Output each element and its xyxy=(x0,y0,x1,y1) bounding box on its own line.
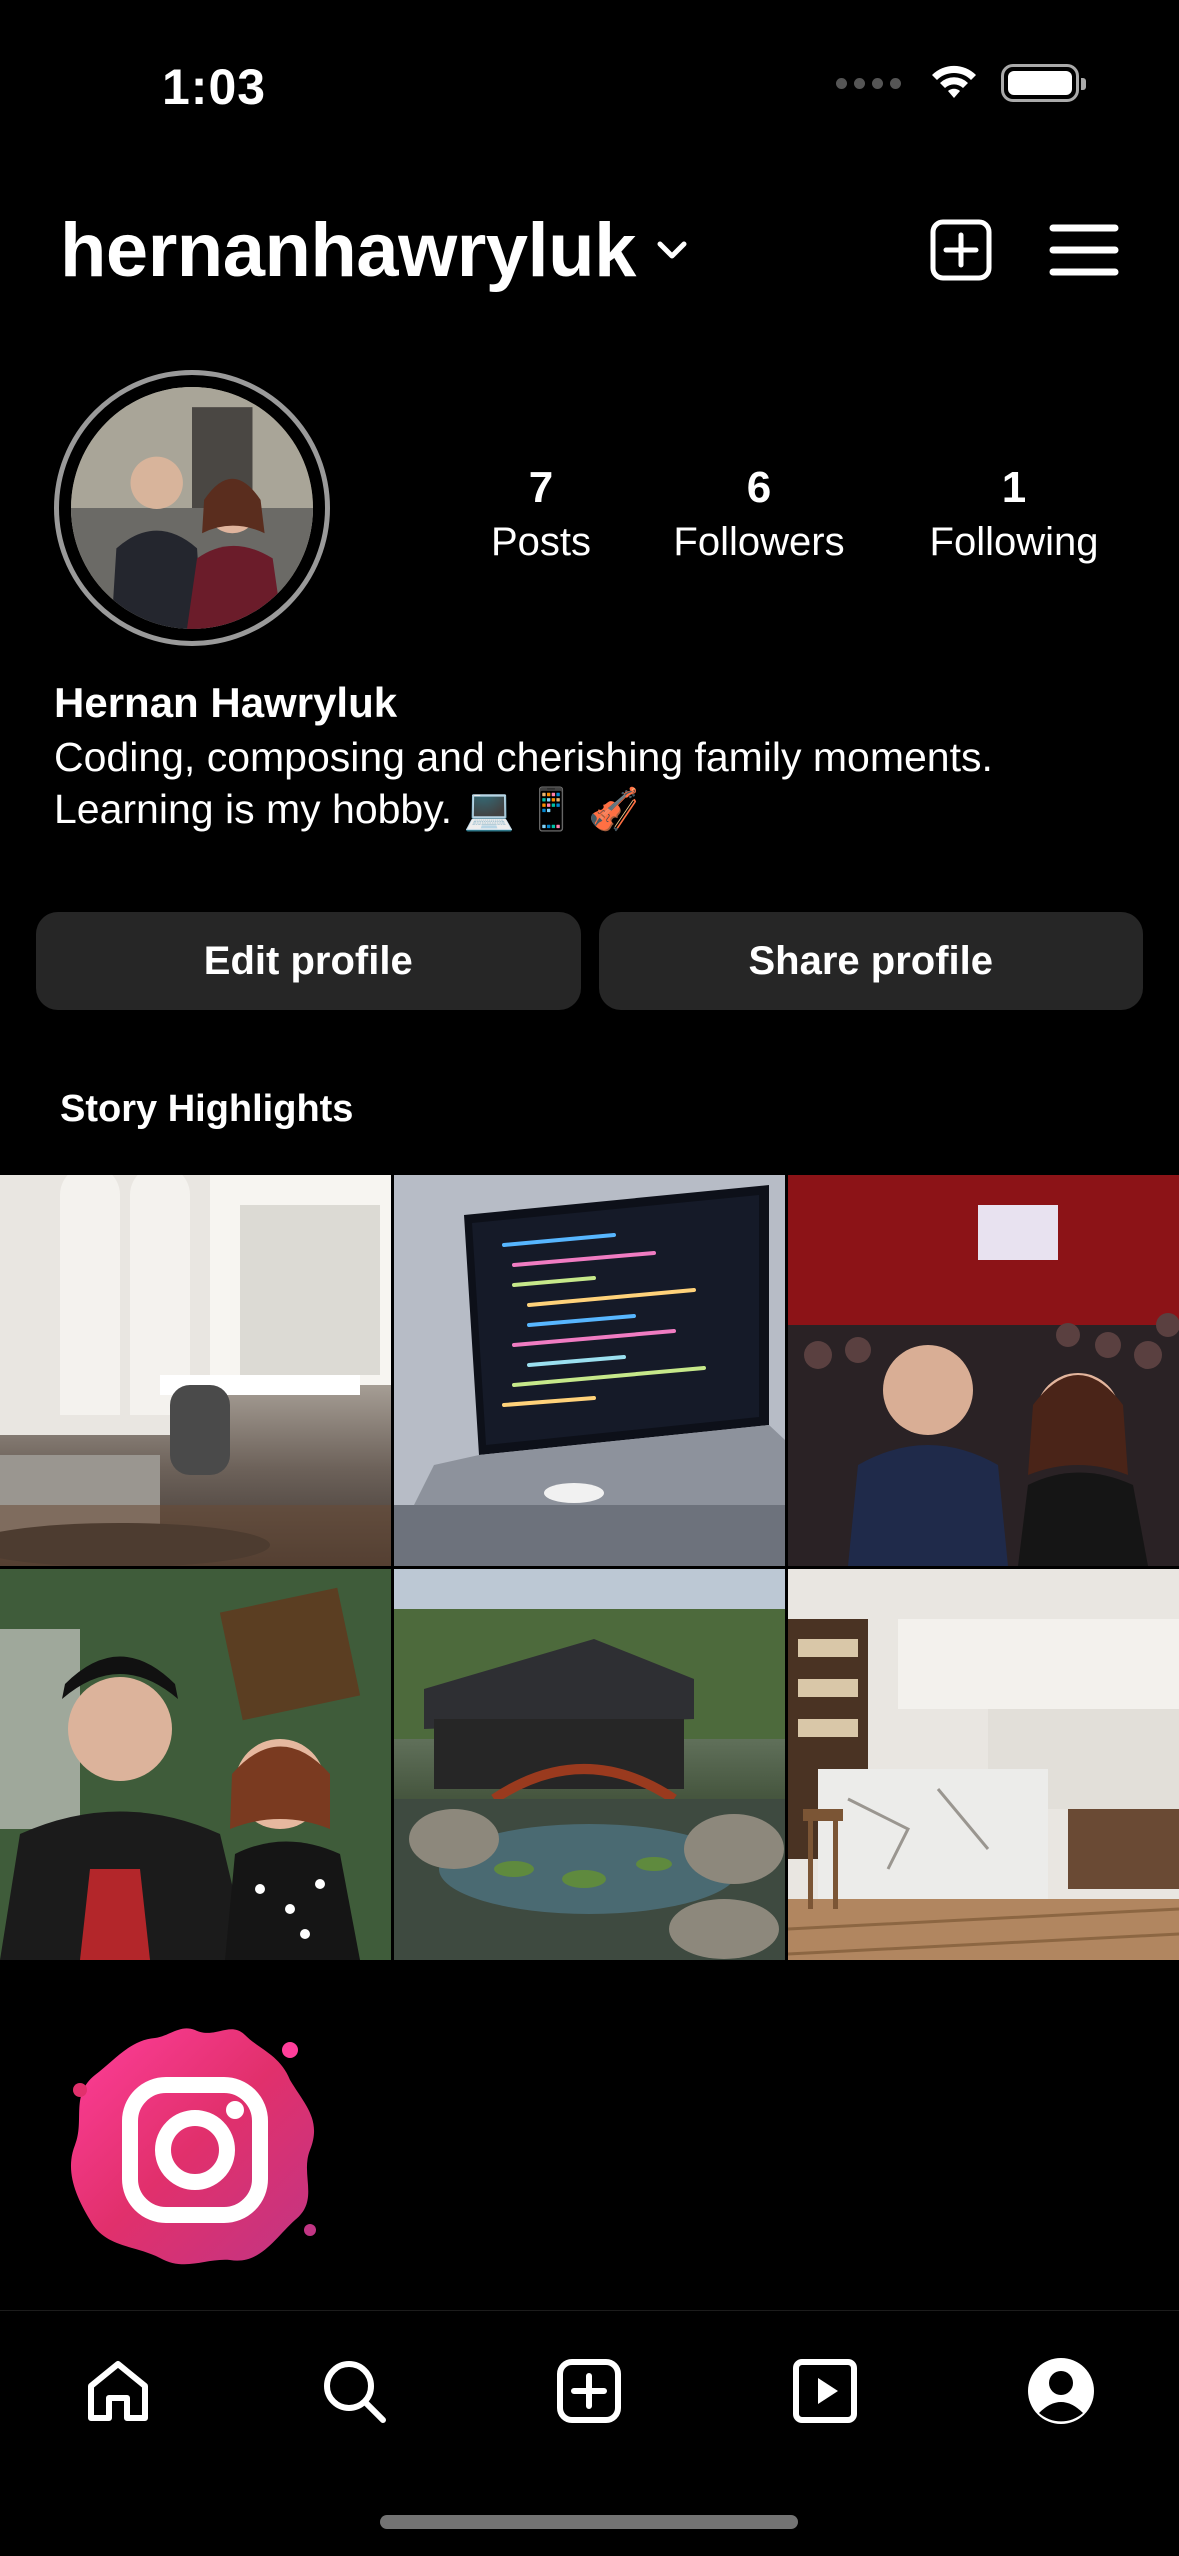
following-count: 1 xyxy=(1001,463,1027,512)
tab-search[interactable] xyxy=(314,2351,394,2431)
tab-reels[interactable] xyxy=(785,2351,865,2431)
profile-screen: 1:03 hernanhawryluk 7 Posts 6 Followers … xyxy=(0,0,1179,2556)
bedroom-photo-icon xyxy=(0,1175,391,1566)
stat-posts[interactable]: 7 Posts xyxy=(421,460,661,568)
post-tile-couple-selfie[interactable] xyxy=(0,1569,391,1960)
search-icon xyxy=(323,2361,386,2423)
post-tile-kitchen[interactable] xyxy=(788,1569,1179,1960)
bio-line-2: Learning is my hobby. 💻 📱 🎻 xyxy=(54,786,640,832)
edit-profile-button[interactable]: Edit profile xyxy=(36,912,581,1010)
tab-home[interactable] xyxy=(78,2351,158,2431)
posts-grid xyxy=(0,1175,1179,1960)
profile-icon xyxy=(1028,2358,1095,2424)
home-indicator[interactable] xyxy=(380,2515,798,2529)
stat-followers[interactable]: 6 Followers xyxy=(639,460,879,568)
laptop-code-photo-icon xyxy=(394,1175,785,1566)
status-time: 1:03 xyxy=(162,59,267,115)
header-actions xyxy=(929,218,1119,282)
profile-bio: Hernan Hawryluk Coding, composing and ch… xyxy=(54,675,1139,835)
cellular-signal-icon xyxy=(836,77,901,89)
profile-stats: 7 Posts 6 Followers 1 Following xyxy=(0,460,1179,580)
posts-label: Posts xyxy=(490,520,592,564)
post-tile-bedroom[interactable] xyxy=(0,1175,391,1566)
japanese-garden-photo-icon xyxy=(394,1569,785,1960)
battery-icon xyxy=(1001,64,1086,102)
concert-selfie-photo-icon xyxy=(788,1175,1179,1566)
stat-following[interactable]: 1 Following xyxy=(894,460,1134,568)
bottom-tab-bar xyxy=(0,2310,1179,2470)
reels-icon xyxy=(793,2359,858,2423)
followers-count: 6 xyxy=(746,463,772,512)
home-icon xyxy=(87,2361,148,2421)
tab-profile[interactable] xyxy=(1021,2351,1101,2431)
wifi-icon xyxy=(932,65,976,98)
menu-icon[interactable] xyxy=(1049,222,1119,278)
create-icon xyxy=(557,2359,622,2423)
couple-selfie-photo-icon xyxy=(0,1569,391,1960)
bio-line-1: Coding, composing and cherishing family … xyxy=(54,734,993,780)
status-icons xyxy=(836,64,1086,102)
instagram-logo xyxy=(70,2028,316,2265)
posts-count: 7 xyxy=(528,463,554,512)
following-label: Following xyxy=(929,520,1099,564)
full-name: Hernan Hawryluk xyxy=(54,679,398,726)
account-switcher[interactable]: hernanhawryluk xyxy=(60,207,692,294)
post-tile-garden[interactable] xyxy=(394,1569,785,1960)
post-tile-laptop[interactable] xyxy=(394,1175,785,1566)
kitchen-photo-icon xyxy=(788,1569,1179,1960)
post-tile-concert[interactable] xyxy=(788,1175,1179,1566)
story-highlights-title[interactable]: Story Highlights xyxy=(60,1088,353,1131)
followers-label: Followers xyxy=(673,520,845,564)
profile-header: hernanhawryluk xyxy=(60,200,1119,300)
share-profile-button[interactable]: Share profile xyxy=(598,912,1143,1010)
username: hernanhawryluk xyxy=(60,207,636,293)
create-post-icon[interactable] xyxy=(929,218,993,282)
profile-actions: Edit profile Share profile xyxy=(36,912,1143,1010)
chevron-down-icon xyxy=(657,241,687,259)
tab-create[interactable] xyxy=(549,2351,629,2431)
